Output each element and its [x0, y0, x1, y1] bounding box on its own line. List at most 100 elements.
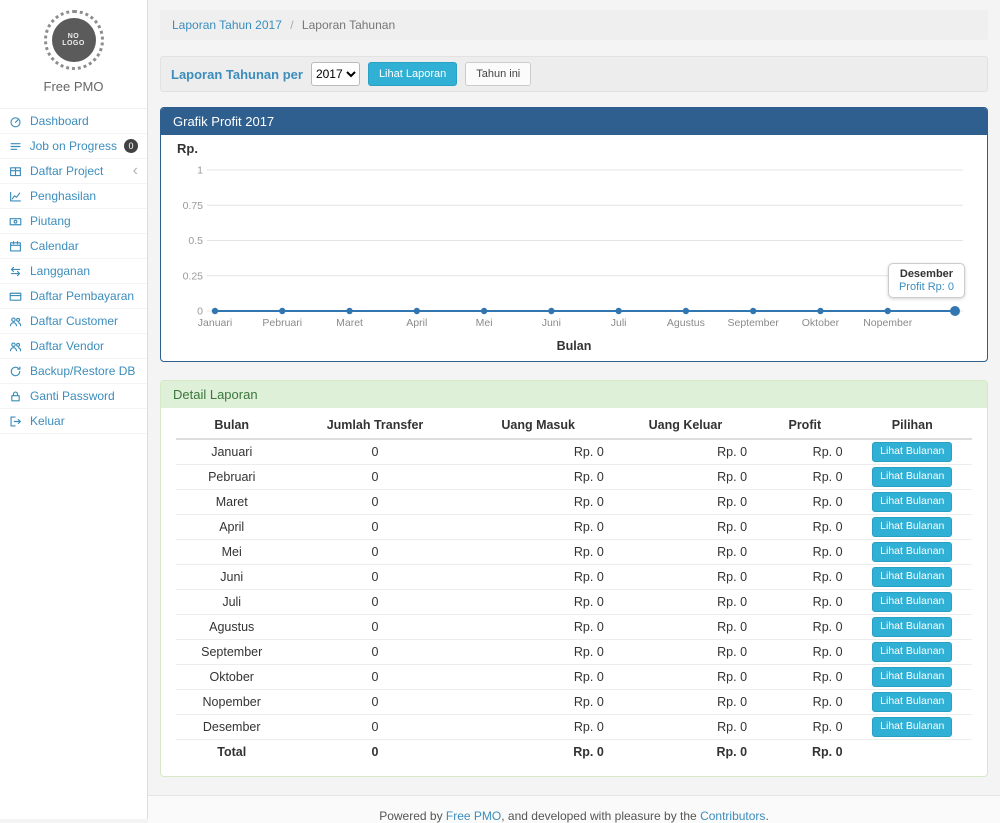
- table-row: Mei0Rp. 0Rp. 0Rp. 0Lihat Bulanan: [176, 540, 972, 565]
- table-row: Desember0Rp. 0Rp. 0Rp. 0Lihat Bulanan: [176, 715, 972, 740]
- cell-uang-masuk: Rp. 0: [463, 715, 614, 740]
- cell-bulan: September: [176, 640, 287, 665]
- svg-text:1: 1: [197, 165, 203, 177]
- lihat-bulanan-button[interactable]: Lihat Bulanan: [872, 642, 952, 662]
- sidebar-item-piutang[interactable]: Piutang: [0, 209, 147, 234]
- cell-bulan: Juli: [176, 590, 287, 615]
- sidebar-item-daftar-customer[interactable]: Daftar Customer: [0, 309, 147, 334]
- chart-area: Rp. 00.250.50.751JanuariPebruariMaretApr…: [161, 135, 987, 361]
- svg-text:Maret: Maret: [336, 317, 363, 329]
- lihat-bulanan-button[interactable]: Lihat Bulanan: [872, 717, 952, 737]
- y-axis-unit-label: Rp.: [171, 141, 977, 159]
- cell-uang-masuk: Rp. 0: [463, 490, 614, 515]
- sidebar-item-label: Calendar: [30, 239, 79, 253]
- lihat-bulanan-button[interactable]: Lihat Bulanan: [872, 492, 952, 512]
- column-header-profit: Profit: [757, 412, 853, 439]
- sidebar-item-label: Daftar Pembayaran: [30, 289, 134, 303]
- lihat-bulanan-button[interactable]: Lihat Bulanan: [872, 517, 952, 537]
- cell-profit: Rp. 0: [757, 490, 853, 515]
- calendar-icon: [9, 240, 23, 253]
- sidebar: NO LOGO Free PMO DashboardJob on Progres…: [0, 0, 148, 819]
- lihat-laporan-button[interactable]: Lihat Laporan: [368, 62, 457, 86]
- cell-uang-keluar: Rp. 0: [614, 590, 757, 615]
- table-row: Nopember0Rp. 0Rp. 0Rp. 0Lihat Bulanan: [176, 690, 972, 715]
- sidebar-item-ganti-password[interactable]: Ganti Password: [0, 384, 147, 409]
- report-table-body: Januari0Rp. 0Rp. 0Rp. 0Lihat BulananPebr…: [176, 439, 972, 764]
- cell-jumlah-transfer: 0: [287, 615, 462, 640]
- cell-uang-keluar: Rp. 0: [614, 615, 757, 640]
- line-chart-icon: [9, 190, 23, 203]
- cell-pilihan: Lihat Bulanan: [853, 565, 972, 590]
- cell-profit: Rp. 0: [757, 740, 853, 765]
- cell-pilihan: Lihat Bulanan: [853, 690, 972, 715]
- cell-bulan: Januari: [176, 439, 287, 465]
- column-header-pilihan: Pilihan: [853, 412, 972, 439]
- cell-profit: Rp. 0: [757, 439, 853, 465]
- free-pmo-link[interactable]: Free PMO: [446, 809, 501, 823]
- cell-pilihan: [853, 740, 972, 765]
- app: NO LOGO Free PMO DashboardJob on Progres…: [0, 0, 1000, 819]
- sidebar-item-penghasilan[interactable]: Penghasilan: [0, 184, 147, 209]
- table-icon: [9, 165, 23, 178]
- cell-jumlah-transfer: 0: [287, 640, 462, 665]
- lihat-bulanan-button[interactable]: Lihat Bulanan: [872, 542, 952, 562]
- sidebar-item-keluar[interactable]: Keluar: [0, 409, 147, 434]
- cell-uang-keluar: Rp. 0: [614, 690, 757, 715]
- cell-bulan: April: [176, 515, 287, 540]
- sidebar-item-dashboard[interactable]: Dashboard: [0, 109, 147, 134]
- breadcrumb-current: Laporan Tahunan: [302, 18, 395, 32]
- year-select[interactable]: 2017: [311, 62, 360, 86]
- cell-uang-keluar: Rp. 0: [614, 540, 757, 565]
- sidebar-item-label: Dashboard: [30, 114, 89, 128]
- cell-bulan: Nopember: [176, 690, 287, 715]
- sidebar-item-label: Daftar Vendor: [30, 339, 104, 353]
- cell-pilihan: Lihat Bulanan: [853, 715, 972, 740]
- column-header-jumlah-transfer: Jumlah Transfer: [287, 412, 462, 439]
- dashboard-icon: [9, 115, 23, 128]
- main-content: Laporan Tahun 2017 / Laporan Tahunan Lap…: [148, 0, 1000, 819]
- cell-bulan: Oktober: [176, 665, 287, 690]
- sidebar-item-calendar[interactable]: Calendar: [0, 234, 147, 259]
- count-badge: 0: [124, 139, 138, 153]
- sidebar-item-label: Keluar: [30, 414, 65, 428]
- svg-text:0.75: 0.75: [183, 200, 204, 212]
- cell-uang-keluar: Rp. 0: [614, 439, 757, 465]
- table-row: Juni0Rp. 0Rp. 0Rp. 0Lihat Bulanan: [176, 565, 972, 590]
- cell-profit: Rp. 0: [757, 515, 853, 540]
- filter-label: Laporan Tahunan per: [171, 67, 303, 82]
- sidebar-item-job-on-progress[interactable]: Job on Progress0: [0, 134, 147, 159]
- cell-bulan: Juni: [176, 565, 287, 590]
- contributors-link[interactable]: Contributors: [700, 809, 765, 823]
- cell-uang-masuk: Rp. 0: [463, 439, 614, 465]
- cell-uang-keluar: Rp. 0: [614, 740, 757, 765]
- column-header-bulan: Bulan: [176, 412, 287, 439]
- cell-pilihan: Lihat Bulanan: [853, 640, 972, 665]
- cell-profit: Rp. 0: [757, 540, 853, 565]
- credit-card-icon: [9, 290, 23, 303]
- sidebar-item-daftar-project[interactable]: Daftar Project‹: [0, 159, 147, 184]
- cell-profit: Rp. 0: [757, 590, 853, 615]
- cell-uang-keluar: Rp. 0: [614, 715, 757, 740]
- lihat-bulanan-button[interactable]: Lihat Bulanan: [872, 442, 952, 462]
- brand-name: Free PMO: [0, 79, 147, 94]
- cell-bulan: Mei: [176, 540, 287, 565]
- lihat-bulanan-button[interactable]: Lihat Bulanan: [872, 617, 952, 637]
- lihat-bulanan-button[interactable]: Lihat Bulanan: [872, 467, 952, 487]
- lihat-bulanan-button[interactable]: Lihat Bulanan: [872, 667, 952, 687]
- sidebar-item-daftar-pembayaran[interactable]: Daftar Pembayaran: [0, 284, 147, 309]
- tahun-ini-button[interactable]: Tahun ini: [465, 62, 531, 86]
- cell-jumlah-transfer: 0: [287, 665, 462, 690]
- sidebar-item-label: Langganan: [30, 264, 90, 278]
- cell-pilihan: Lihat Bulanan: [853, 590, 972, 615]
- lihat-bulanan-button[interactable]: Lihat Bulanan: [872, 567, 952, 587]
- sidebar-item-daftar-vendor[interactable]: Daftar Vendor: [0, 334, 147, 359]
- lihat-bulanan-button[interactable]: Lihat Bulanan: [872, 592, 952, 612]
- sidebar-item-backup-restore-db[interactable]: Backup/Restore DB: [0, 359, 147, 384]
- sidebar-item-langganan[interactable]: Langganan: [0, 259, 147, 284]
- lihat-bulanan-button[interactable]: Lihat Bulanan: [872, 692, 952, 712]
- breadcrumb-link[interactable]: Laporan Tahun 2017: [172, 18, 282, 32]
- svg-text:0.5: 0.5: [188, 235, 203, 247]
- sign-out-icon: [9, 415, 23, 428]
- cell-bulan: Total: [176, 740, 287, 765]
- svg-text:Januari: Januari: [198, 317, 232, 329]
